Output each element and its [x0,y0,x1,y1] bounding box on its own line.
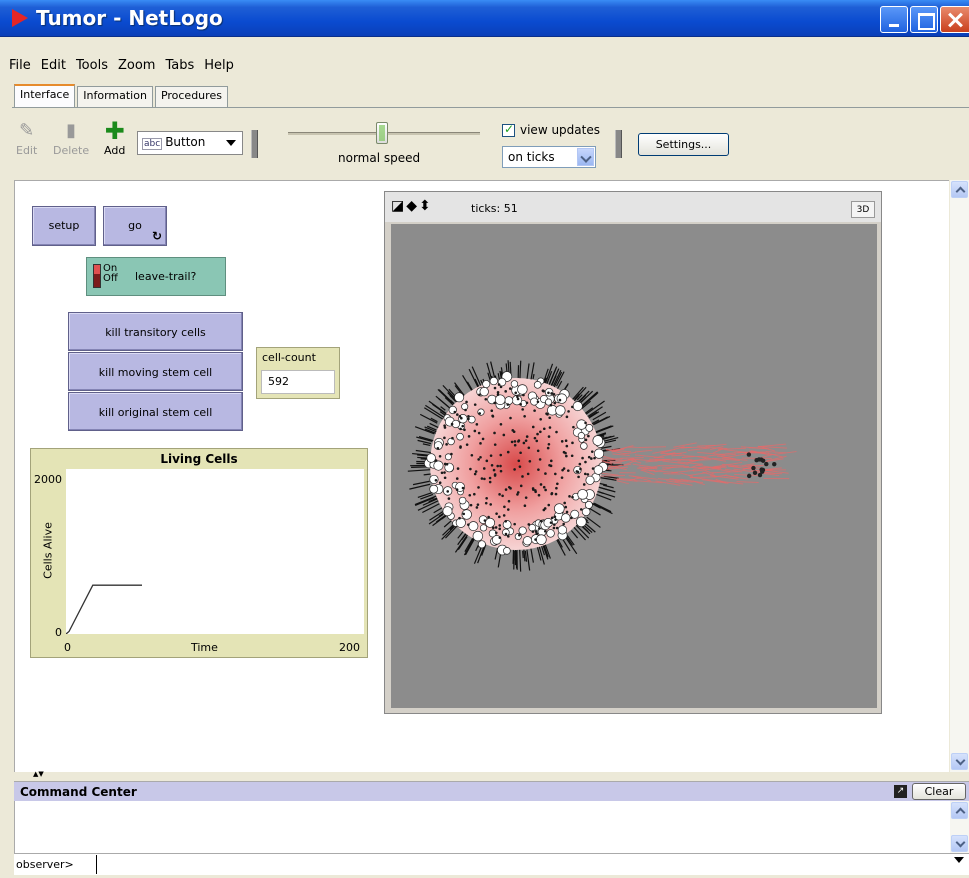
netlogo-logo-icon [12,9,28,27]
minimize-button[interactable] [880,6,908,33]
plus-icon: ✚ [104,117,125,145]
scroll-down-button[interactable] [951,835,968,852]
maximize-button[interactable] [910,6,938,33]
menu-tools[interactable]: Tools [71,57,113,79]
tumor-cluster [407,360,797,572]
tick-counter: ticks: 51 [471,202,518,215]
add-tool[interactable]: ✚ Add [104,117,126,157]
menu-edit[interactable]: Edit [36,57,71,79]
chevron-down-icon [226,140,236,146]
tab-information[interactable]: Information [77,86,153,107]
kill-transitory-cells-button[interactable]: kill transitory cells [68,312,243,351]
chevron-down-icon[interactable] [577,148,594,166]
plot-area [65,469,364,635]
clear-button[interactable]: Clear [912,783,966,800]
toolbar-separator [251,130,258,158]
x-tick-label: 0 [64,641,71,654]
y-tick-label: 2000 [34,473,62,486]
living-cells-plot[interactable]: Living Cells 2000 0 Cells Alive 0 Time 2… [30,448,368,658]
leave-trail-switch[interactable]: On Off leave-trail? [86,257,226,296]
y-tick-label: 0 [55,626,62,639]
update-mode-select[interactable]: on ticks [502,146,596,168]
delete-tool[interactable]: ▮ Delete [53,120,89,157]
series-line [65,584,142,635]
command-input[interactable] [96,855,946,874]
trash-icon: ▮ [66,120,77,141]
command-center-divider[interactable] [0,772,969,780]
go-label: go [128,219,142,232]
close-button[interactable] [940,6,969,33]
tab-procedures[interactable]: Procedures [154,86,228,107]
delete-label: Delete [53,144,90,157]
tab-bar: Interface Information Procedures [14,84,230,108]
update-mode-value: on ticks [508,150,555,164]
command-center-header: Command Center ↗ Clear [14,781,969,801]
world-view[interactable]: ◪◆⬍ ticks: 51 3D [384,191,882,714]
toolbar-separator [615,130,622,158]
collapse-arrows-icon[interactable]: ▲▼ [33,771,44,778]
monitor-value: 592 [261,370,335,394]
menu-tabs[interactable]: Tabs [160,57,199,79]
tab-interface[interactable]: Interface [14,84,76,107]
y-axis-label: Cells Alive [41,522,55,579]
scroll-down-button[interactable] [951,753,968,770]
command-input-row: observer> [14,853,969,875]
plot-title: Living Cells [160,452,238,466]
command-output-scrollbar[interactable] [950,801,969,853]
view-updates-label: view updates [520,123,600,137]
forever-loop-icon: ↻ [151,229,162,243]
title-bar[interactable]: Tumor - NetLogo [0,0,969,37]
widget-type-value: Button [165,135,206,149]
scroll-up-button[interactable] [951,181,968,198]
switch-label: leave-trail? [135,270,197,283]
speed-slider-thumb[interactable] [376,122,388,144]
view-updates-checkbox[interactable] [502,122,515,137]
switch-off-label: Off [103,273,118,284]
speed-label: normal speed [338,151,421,165]
menu-zoom[interactable]: Zoom [113,57,160,79]
switch-toggle[interactable] [93,264,101,288]
edit-tool[interactable]: ✎ Edit [16,120,37,157]
3d-view-button[interactable]: 3D [851,201,875,218]
popout-icon[interactable]: ↗ [894,785,907,798]
button-widget-icon: abc [142,138,163,150]
command-output[interactable] [14,801,950,853]
view-resize-icons[interactable]: ◪◆⬍ [391,199,433,213]
scroll-up-button[interactable] [951,802,968,819]
kill-original-stem-cell-button[interactable]: kill original stem cell [68,392,243,431]
widget-type-select[interactable]: abc Button [137,131,243,155]
kill-moving-stem-cell-button[interactable]: kill moving stem cell [68,352,243,391]
settings-button[interactable]: Settings... [638,133,729,156]
tumor-cells-rendering [407,360,797,572]
cell-count-monitor: cell-count 592 [256,347,340,399]
menu-file[interactable]: File [4,57,36,79]
menu-help[interactable]: Help [199,57,239,79]
plot-svg [65,584,142,635]
agent-selector[interactable]: observer> [16,858,74,871]
setup-button[interactable]: setup [32,206,96,246]
x-tick-label: 200 [339,641,360,654]
x-axis-label: Time [191,641,218,654]
history-dropdown-icon[interactable] [954,857,964,863]
menu-bar: File Edit Tools Zoom Tabs Help [0,57,969,79]
command-center-title: Command Center [20,785,137,799]
world-canvas[interactable] [391,224,877,708]
edit-label: Edit [16,144,38,157]
view-control-strip: ◪◆⬍ ticks: 51 3D [385,192,881,222]
add-label: Add [104,144,126,157]
pencil-icon: ✎ [19,120,35,141]
workspace-scrollbar[interactable] [950,180,969,772]
go-button[interactable]: go ↻ [103,206,167,246]
monitor-label: cell-count [262,351,316,364]
window-title: Tumor - NetLogo [36,6,223,30]
toolbar: ✎ Edit ▮ Delete ✚ Add abc Button normal s… [0,108,969,178]
